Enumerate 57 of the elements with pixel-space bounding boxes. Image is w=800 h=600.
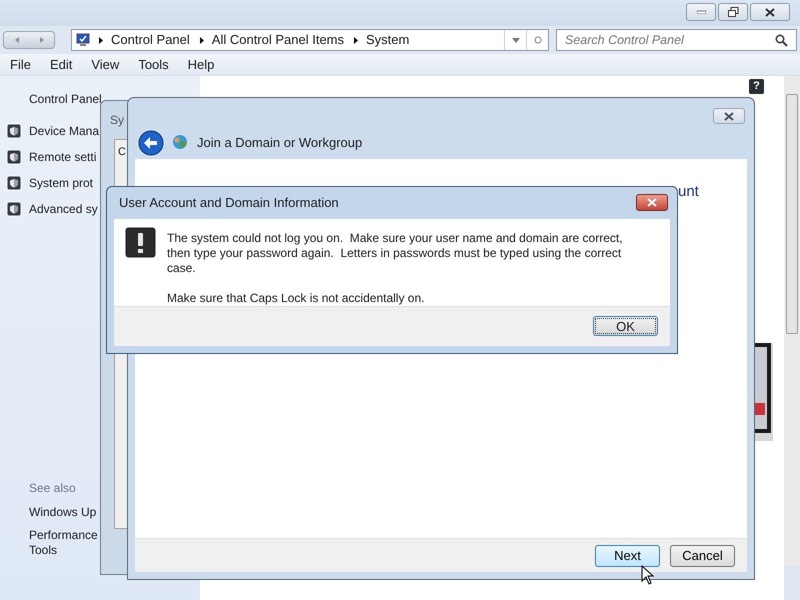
search-icon	[775, 34, 788, 46]
chevron-icon	[99, 36, 103, 44]
window-title: Sy	[110, 112, 124, 129]
scrollbar[interactable]	[784, 76, 800, 566]
section-heading: See also	[29, 480, 77, 497]
breadcrumb[interactable]: All Control Panel Items	[212, 30, 344, 50]
restore-icon	[728, 7, 738, 17]
tab-label[interactable]: C	[118, 144, 126, 160]
address-bar[interactable]: Control Panel All Control Panel Items System	[71, 29, 549, 51]
sidebar-link[interactable]: Device Mana	[29, 122, 100, 140]
close-icon	[724, 112, 734, 120]
close-button[interactable]	[636, 194, 668, 212]
dialog-title: User Account and Domain Information	[119, 194, 339, 212]
ok-button[interactable]: OK	[593, 316, 658, 336]
close-icon	[765, 8, 775, 16]
search-input[interactable]: Search Control Panel	[565, 30, 775, 50]
computer-icon	[75, 33, 91, 47]
chevron-icon	[200, 36, 204, 44]
dialog-button[interactable]: Next	[595, 544, 660, 566]
shield-icon	[7, 124, 21, 138]
close-button[interactable]	[750, 3, 790, 21]
sidebar-link[interactable]: System prot	[29, 174, 94, 192]
menu-item[interactable]: Tools	[138, 54, 169, 74]
shield-icon	[7, 150, 21, 164]
sidebar-link[interactable]: Performance Tools	[29, 528, 98, 558]
breadcrumb[interactable]: Control Panel	[111, 30, 190, 50]
help-button[interactable]: ?	[749, 79, 764, 94]
back-arrow-icon	[14, 37, 18, 43]
shield-icon	[7, 202, 21, 216]
sidebar-link[interactable]: Remote setti	[29, 148, 96, 166]
window-title: Join a Domain or Workgroup	[197, 134, 362, 152]
dialog-button[interactable]: Cancel	[670, 544, 735, 566]
refresh-icon[interactable]	[534, 36, 542, 44]
menu-item[interactable]: View	[91, 54, 120, 74]
heading-text: unt	[678, 182, 699, 202]
close-icon	[647, 198, 657, 208]
breadcrumb[interactable]: System	[366, 30, 410, 50]
caps-lock-note: Make sure that Caps Lock is not accidentally on.	[167, 290, 426, 306]
sidebar-link[interactable]: Advanced sy	[29, 200, 98, 218]
minimize-button[interactable]	[686, 3, 716, 21]
chevron-icon	[354, 36, 358, 44]
sidebar-link[interactable]: Control Panel	[29, 90, 102, 108]
menu-item[interactable]: File	[10, 54, 31, 74]
menu-item[interactable]: Edit	[50, 54, 72, 74]
minimize-icon	[696, 10, 706, 14]
warning-icon	[125, 226, 156, 258]
forward-arrow-icon	[40, 37, 44, 43]
mouse-cursor	[641, 565, 655, 585]
dropdown-icon[interactable]	[512, 38, 520, 42]
back-forward-button[interactable]	[3, 31, 55, 49]
close-button[interactable]	[713, 108, 745, 124]
sidebar-link[interactable]: Windows Up	[29, 505, 96, 520]
error-message: The system could not log you on. Make sure your user name and domain are correct, then type your password again. Letters in passwords must be typed using the correct case.	[167, 230, 624, 276]
restore-button[interactable]	[718, 3, 748, 21]
shield-icon	[7, 176, 21, 190]
search-field[interactable]: Search Control Panel	[556, 29, 797, 51]
menu-item[interactable]: Help	[188, 54, 214, 74]
